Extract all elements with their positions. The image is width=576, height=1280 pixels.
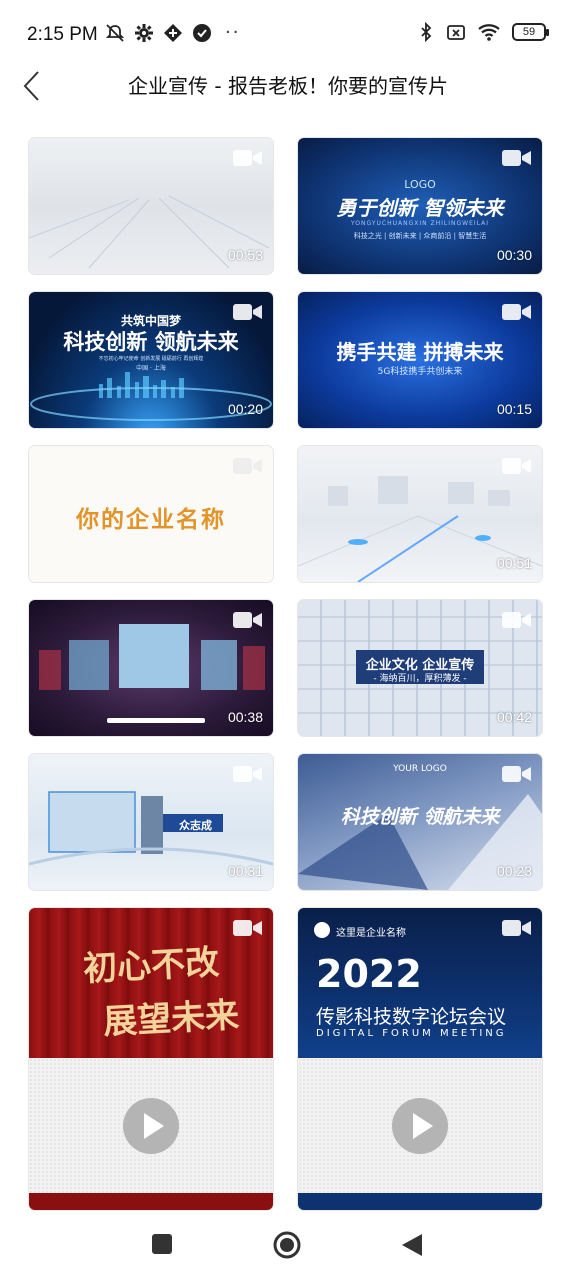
more-dots-icon: ··: [225, 22, 241, 43]
video-duration: 00:20: [227, 401, 263, 417]
logo-badge: [314, 922, 330, 938]
video-text-headline: 勇于创新 智领未来: [336, 196, 504, 220]
video-camera-icon: [233, 304, 262, 320]
video-camera-icon: [233, 458, 262, 474]
back-triangle-icon[interactable]: [400, 1232, 424, 1258]
video-text-tagline: 5G科技携手共创未来: [377, 367, 463, 377]
gear-icon: [135, 23, 153, 42]
video-camera-icon: [502, 150, 531, 166]
video-card-3[interactable]: 共筑中国梦 科技创新 领航未来 不忘初心牢记使命 创新发展 砥砺前行 再创辉煌 …: [29, 292, 273, 428]
video-duration: 00:30: [496, 247, 532, 263]
video-card-5[interactable]: 你的企业名称: [29, 446, 273, 582]
video-card-11[interactable]: 初心不改 展望未来: [29, 908, 273, 1210]
video-camera-icon: [233, 920, 262, 936]
play-button[interactable]: [123, 1098, 179, 1154]
video-card-7[interactable]: 00:38: [29, 600, 273, 736]
video-duration: 00:42: [496, 709, 532, 725]
video-duration: 00:23: [496, 863, 532, 879]
video-text-subtitle: DIGITAL FORUM MEETING: [316, 1028, 507, 1039]
wifi-icon: [478, 24, 500, 41]
video-bottom-strip: [29, 1193, 273, 1210]
video-duration: 00:15: [496, 401, 532, 417]
video-card-9[interactable]: 众志成 00:31: [29, 754, 273, 890]
video-text-location: 中国 · 上海: [136, 365, 166, 372]
video-text-year: 2022: [316, 952, 422, 996]
sim-off-icon: [447, 25, 465, 40]
video-card-10[interactable]: YOUR LOGO 科技创新 领航未来 00:23: [298, 754, 542, 890]
video-text-tagline: 不忘初心牢记使命 创新发展 砥砺前行 再创辉煌: [98, 356, 204, 362]
video-text-headline: 科技创新 领航未来: [63, 330, 239, 354]
recents-square-icon[interactable]: [150, 1232, 174, 1256]
system-nav-bar: [0, 1212, 576, 1280]
video-camera-icon: [502, 920, 531, 936]
video-camera-icon: [233, 150, 262, 166]
video-duration: 00:31: [227, 863, 263, 879]
video-text-headline: 携手共建 拼搏未来: [336, 340, 504, 364]
video-text-headline: 科技创新 领航未来: [340, 806, 500, 828]
video-card-4[interactable]: 携手共建 拼搏未来 5G科技携手共创未来 00:15: [298, 292, 542, 428]
app-header: 企业宣传 - 报告老板！你要的宣传片: [0, 60, 576, 108]
video-camera-icon: [502, 304, 531, 320]
video-duration: 00:38: [227, 709, 263, 725]
video-camera-icon: [233, 766, 262, 782]
video-text-logo: LOGO: [404, 178, 436, 191]
video-card-2[interactable]: LOGO 勇于创新 智领未来 YONGYUCHUANGXIN ZHILINGWE…: [298, 138, 542, 274]
video-text-company: 这里是企业名称: [336, 928, 406, 939]
mute-icon: [105, 23, 125, 42]
video-duration: 00:53: [227, 247, 263, 263]
status-time: 2:15 PM: [27, 24, 98, 45]
video-card-12[interactable]: 这里是企业名称 2022 传影科技数字论坛会议 DIGITAL FORUM ME…: [298, 908, 542, 1210]
video-duration: 00:51: [496, 555, 532, 571]
play-button[interactable]: [392, 1098, 448, 1154]
status-icons-right: 59: [416, 22, 549, 42]
video-camera-icon: [502, 766, 531, 782]
page-title: 企业宣传 - 报告老板！你要的宣传片: [128, 74, 448, 98]
video-camera-icon: [233, 612, 262, 628]
status-icons-left: ··: [105, 22, 240, 43]
app-icon: [164, 23, 182, 42]
video-text-pinyin: YONGYUCHUANGXIN ZHILINGWEILAI: [350, 220, 490, 227]
video-camera-icon: [502, 458, 531, 474]
video-card-6[interactable]: 00:51: [298, 446, 542, 582]
bluetooth-icon: [421, 22, 432, 42]
video-text-fragment: 众志成: [179, 819, 212, 832]
video-camera-icon: [502, 612, 531, 628]
video-bottom-strip: [298, 1193, 542, 1210]
battery-icon: 59: [512, 23, 549, 41]
video-text-title: 传影科技数字论坛会议: [316, 1006, 507, 1028]
video-text-tagline: - 海纳百川，厚积薄发 -: [373, 674, 467, 684]
video-text-company-name: 你的企业名称: [76, 507, 226, 533]
video-card-8[interactable]: 企业文化 企业宣传 - 海纳百川，厚积薄发 - 00:42: [298, 600, 542, 736]
video-card-1[interactable]: 00:53: [29, 138, 273, 274]
check-circle-icon: [193, 23, 211, 42]
video-text-tagline: 科技之光 | 创新未来 | 众商前沿 | 智慧生活: [353, 232, 487, 240]
home-circle-icon[interactable]: [272, 1230, 302, 1260]
